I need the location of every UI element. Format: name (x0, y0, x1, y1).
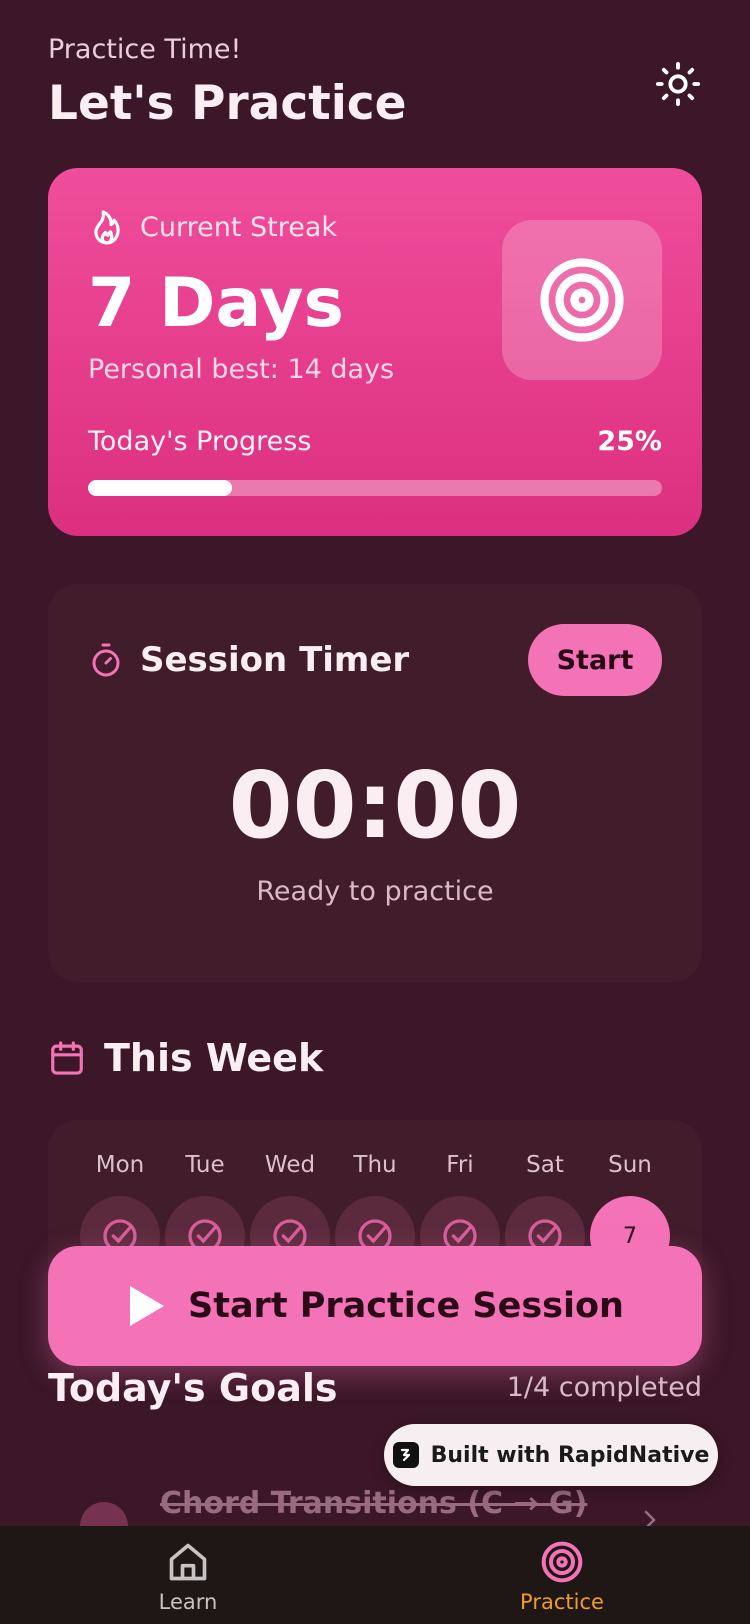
progress-bar (88, 480, 662, 496)
stopwatch-icon (92, 643, 120, 677)
todays-goals-title: Today's Goals (48, 1366, 338, 1410)
personal-best: Personal best: 14 days (88, 354, 395, 385)
target-icon (540, 258, 624, 342)
progress-bar-fill (88, 480, 232, 496)
tab-practice[interactable]: Practice (462, 1540, 662, 1614)
built-with-rapidnative-badge[interactable]: Built with RapidNative (384, 1424, 718, 1486)
target-tile (502, 220, 662, 380)
day-label: Sun (608, 1152, 652, 1178)
home-icon (169, 1543, 207, 1581)
session-timer-card: Session Timer Start 00:00 Ready to pract… (48, 584, 702, 982)
day-label: Mon (95, 1152, 145, 1178)
timer-status: Ready to practice (256, 876, 494, 907)
this-week-header: This Week (48, 1036, 323, 1080)
day-label: Tue (185, 1152, 225, 1178)
play-icon (130, 1286, 164, 1326)
day-label: Sat (526, 1152, 564, 1178)
streak-value: 7 Days (88, 264, 345, 343)
streak-header: Current Streak (88, 208, 337, 246)
header-subtitle: Practice Time! (48, 34, 242, 65)
sun-icon (655, 61, 701, 107)
day-label: Fri (446, 1152, 474, 1178)
tab-label: Practice (520, 1590, 604, 1614)
start-practice-label: Start Practice Session (188, 1286, 624, 1326)
day-label: Thu (353, 1152, 397, 1178)
timer-header: Session Timer (88, 640, 409, 680)
timer-display: 00:00 (228, 752, 522, 859)
timer-title: Session Timer (140, 640, 410, 680)
badge-label: Built with RapidNative (430, 1442, 710, 1468)
tab-label: Learn (158, 1590, 218, 1614)
progress-label: Today's Progress (88, 426, 312, 457)
day-label: Wed (264, 1152, 316, 1178)
this-week-title: This Week (104, 1036, 324, 1080)
start-practice-session-button[interactable]: Start Practice Session (48, 1246, 702, 1366)
flame-icon (94, 210, 120, 245)
streak-card: Current Streak 7 Days Personal best: 14 … (48, 168, 702, 536)
theme-toggle-button[interactable] (654, 60, 702, 108)
progress-percent: 25% (597, 426, 662, 457)
rapidnative-logo-icon (392, 1442, 419, 1468)
tab-learn[interactable]: Learn (88, 1540, 288, 1614)
bottom-tab-bar: Learn Practice (0, 1526, 750, 1624)
streak-label: Current Streak (140, 211, 338, 243)
calendar-icon (51, 1041, 83, 1075)
goal-name: Chord Transitions (C → G) (160, 1486, 588, 1521)
timer-start-button[interactable]: Start (528, 624, 662, 696)
practice-screen: Practice Time! Let's Practice Current St… (0, 0, 750, 1624)
page-title: Let's Practice (48, 76, 407, 131)
goals-count: 1/4 completed (506, 1372, 702, 1403)
target-icon (541, 1541, 583, 1583)
